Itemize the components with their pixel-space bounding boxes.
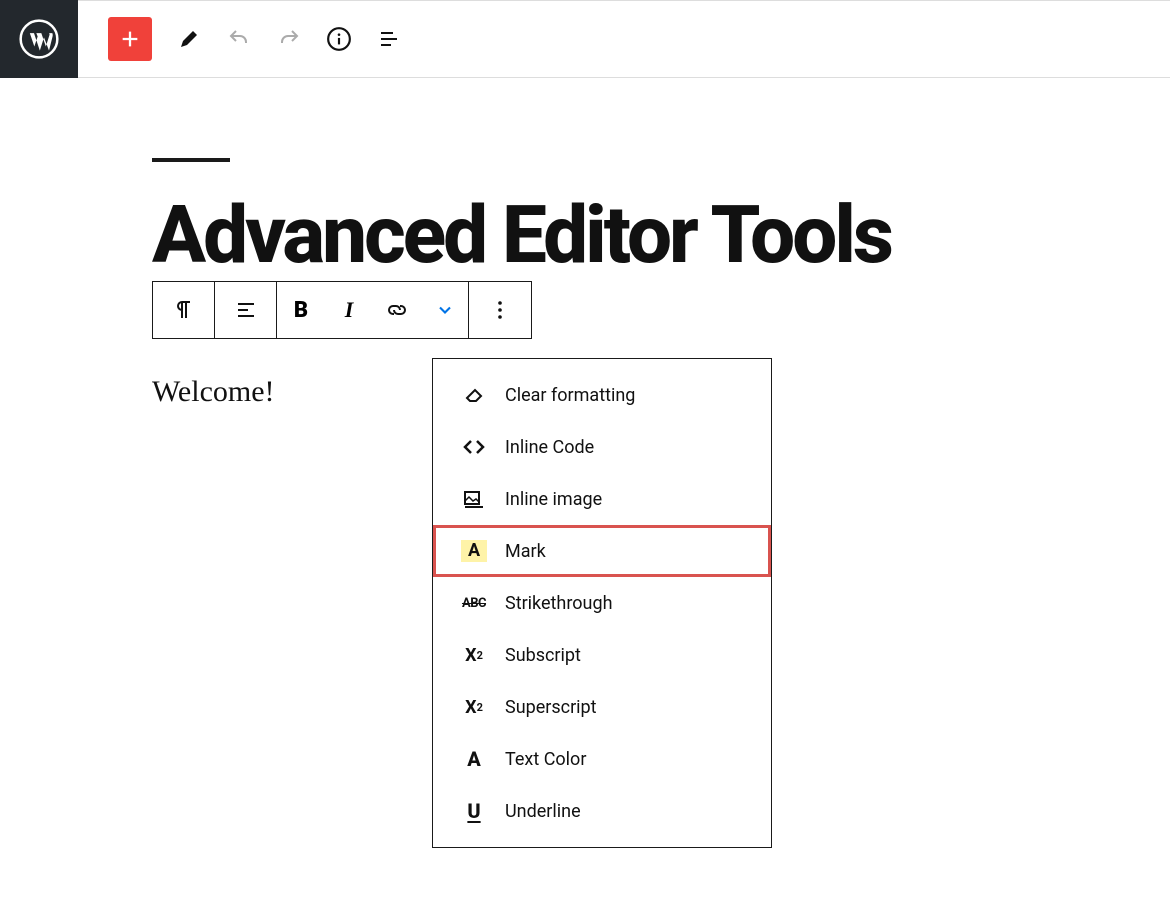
info-icon: [326, 26, 352, 52]
text-color-icon: A: [461, 746, 487, 772]
align-left-icon: [234, 298, 258, 322]
more-vertical-icon: [488, 298, 512, 322]
menu-item-label: Subscript: [505, 645, 581, 666]
pilcrow-icon: [172, 298, 196, 322]
undo-button[interactable]: [216, 16, 262, 62]
code-icon: [461, 434, 487, 460]
menu-item-label: Clear formatting: [505, 385, 635, 406]
menu-item-clear-formatting[interactable]: Clear formatting: [433, 369, 771, 421]
menu-item-strikethrough[interactable]: ABC Strikethrough: [433, 577, 771, 629]
redo-icon: [277, 27, 301, 51]
underline-icon: U: [461, 798, 487, 824]
image-icon: [461, 486, 487, 512]
more-rich-text-button[interactable]: [421, 282, 469, 338]
superscript-icon: X2: [461, 694, 487, 720]
redo-button[interactable]: [266, 16, 312, 62]
add-block-button[interactable]: [108, 17, 152, 61]
more-options-button[interactable]: [469, 282, 531, 338]
menu-item-label: Strikethrough: [505, 593, 612, 614]
menu-item-label: Superscript: [505, 697, 597, 718]
italic-icon: I: [345, 297, 354, 323]
menu-item-subscript[interactable]: X2 Subscript: [433, 629, 771, 681]
info-button[interactable]: [316, 16, 362, 62]
link-button[interactable]: [373, 282, 421, 338]
subscript-icon: X2: [461, 642, 487, 668]
bold-icon: B: [294, 298, 308, 323]
paragraph-button[interactable]: [153, 282, 215, 338]
link-icon: [385, 298, 409, 322]
menu-item-superscript[interactable]: X2 Superscript: [433, 681, 771, 733]
wordpress-icon: [19, 19, 59, 59]
top-toolbar: [0, 0, 1170, 78]
outline-button[interactable]: [366, 16, 412, 62]
menu-item-text-color[interactable]: A Text Color: [433, 733, 771, 785]
editor-content: Advanced Editor Tools B I Welcome!: [0, 78, 1170, 409]
menu-item-label: Inline image: [505, 489, 602, 510]
edit-mode-button[interactable]: [166, 16, 212, 62]
pencil-icon: [177, 27, 201, 51]
chevron-down-icon: [435, 300, 455, 320]
italic-button[interactable]: I: [325, 282, 373, 338]
list-icon: [377, 27, 401, 51]
plus-icon: [119, 28, 141, 50]
menu-item-label: Inline Code: [505, 437, 594, 458]
page-title[interactable]: Advanced Editor Tools: [152, 197, 1170, 273]
menu-item-inline-code[interactable]: Inline Code: [433, 421, 771, 473]
block-toolbar: B I: [152, 281, 532, 339]
menu-item-label: Text Color: [505, 749, 586, 770]
mark-icon: A: [461, 538, 487, 564]
strikethrough-icon: ABC: [461, 590, 487, 616]
title-divider: [152, 158, 230, 162]
bold-button[interactable]: B: [277, 282, 325, 338]
eraser-icon: [461, 382, 487, 408]
menu-item-mark[interactable]: A Mark: [433, 525, 771, 577]
menu-item-label: Underline: [505, 801, 581, 822]
menu-item-label: Mark: [505, 541, 546, 562]
align-button[interactable]: [215, 282, 277, 338]
wordpress-logo[interactable]: [0, 0, 78, 78]
menu-item-inline-image[interactable]: Inline image: [433, 473, 771, 525]
format-popover: Clear formatting Inline Code Inline imag…: [432, 358, 772, 848]
menu-item-underline[interactable]: U Underline: [433, 785, 771, 837]
undo-icon: [227, 27, 251, 51]
